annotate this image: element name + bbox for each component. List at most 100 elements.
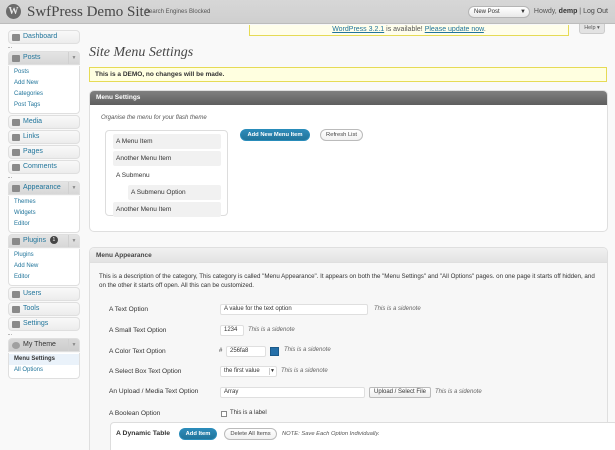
menu-posts-label: Posts — [23, 54, 41, 61]
add-item-button[interactable]: Add Item — [179, 428, 217, 440]
submenu-categories[interactable]: Categories — [9, 89, 79, 100]
menu-settings[interactable]: Settings — [8, 317, 80, 331]
submenu-menu-settings[interactable]: Menu Settings — [9, 354, 79, 365]
chevron-down-icon[interactable]: ▼ — [68, 339, 79, 351]
small-text-option-sidenote: This is a sidenote — [248, 327, 295, 333]
chevron-down-icon[interactable]: ▼ — [68, 182, 79, 194]
posts-submenu: Posts Add New Categories Post Tags — [8, 66, 80, 114]
dynamic-table-title: A Dynamic Table — [116, 430, 171, 437]
theme-icon — [12, 342, 20, 349]
upload-option-sidenote: This is a sidenote — [435, 389, 482, 395]
color-option-label: A Color Text Option — [109, 348, 166, 355]
menu-links[interactable]: Links — [8, 130, 80, 144]
delete-all-items-button[interactable]: Delete All Items — [224, 428, 277, 440]
submenu-theme-editor[interactable]: Editor — [9, 219, 79, 230]
menu-posts[interactable]: Posts ▼ — [8, 51, 80, 65]
menu-my-theme[interactable]: My Theme ▼ — [8, 338, 80, 352]
submenu-plugins[interactable]: Plugins — [9, 250, 79, 261]
page-title: Site Menu Settings — [89, 45, 194, 60]
upload-option-input[interactable]: Array — [220, 387, 365, 398]
menu-item[interactable]: A Menu Item — [113, 134, 221, 149]
favorite-actions-label: New Post — [474, 9, 500, 15]
submenu-themes[interactable]: Themes — [9, 197, 79, 208]
submenu-add-new-plugin[interactable]: Add New — [9, 261, 79, 272]
color-hash: # — [219, 348, 223, 354]
menu-pages[interactable]: Pages — [8, 145, 80, 159]
comments-icon — [12, 164, 20, 171]
posts-icon — [12, 55, 20, 62]
select-option-value: the first value — [224, 368, 260, 374]
plugins-update-badge: 1 — [49, 236, 58, 245]
submenu-item[interactable]: A Submenu Option — [128, 185, 221, 200]
dynamic-table: A Dynamic Table Add Item Delete All Item… — [110, 422, 615, 450]
menu-users[interactable]: Users — [8, 287, 80, 301]
demo-notice: This is a DEMO, no changes will be made. — [89, 67, 607, 82]
menu-settings-box: Menu Settings Organise the menu for your… — [89, 90, 608, 232]
howdy-text: Howdy, — [533, 8, 557, 15]
menu-plugins[interactable]: Plugins 1 ▼ — [8, 234, 80, 248]
text-option-sidenote: This is a sidenote — [374, 306, 421, 312]
submenu-all-options[interactable]: All Options — [9, 365, 79, 376]
media-icon — [12, 119, 20, 126]
text-option-label: A Text Option — [109, 306, 149, 313]
menu-tools[interactable]: Tools — [8, 302, 80, 316]
username-link[interactable]: demp — [559, 8, 578, 15]
refresh-list-button[interactable]: Refresh List — [320, 129, 363, 141]
menu-comments[interactable]: Comments — [8, 160, 80, 174]
color-swatch[interactable] — [270, 347, 279, 356]
plugins-icon — [12, 238, 20, 245]
dynamic-table-note: NOTE: Save Each Option Individually. — [282, 431, 380, 437]
submenu-widgets[interactable]: Widgets — [9, 208, 79, 219]
help-button[interactable]: Help ▾ — [579, 24, 605, 34]
favorite-actions-dropdown[interactable]: New Post ▼ — [468, 6, 530, 18]
menu-instruction: Organise the menu for your flash theme — [101, 115, 207, 121]
boolean-option-checkbox[interactable] — [221, 411, 227, 417]
tools-icon — [12, 306, 20, 313]
submenu-post-tags[interactable]: Post Tags — [9, 100, 79, 111]
update-nag-dot: . — [483, 26, 486, 33]
chevron-down-icon[interactable]: ▼ — [68, 235, 79, 247]
links-icon — [12, 134, 20, 141]
menu-media[interactable]: Media — [8, 115, 80, 129]
text-option-input[interactable]: A value for the text option — [220, 304, 368, 315]
submenu-posts[interactable]: Posts — [9, 67, 79, 78]
users-icon — [12, 291, 20, 298]
color-option-input[interactable]: 256fa8 — [226, 346, 266, 357]
submenu-add-new-post[interactable]: Add New — [9, 78, 79, 89]
user-info: Howdy, demp | Log Out — [534, 8, 608, 15]
menu-appearance-header[interactable]: Menu Appearance — [90, 248, 607, 263]
menu-item[interactable]: Another Menu Item — [113, 202, 221, 217]
search-engines-blocked-notice[interactable]: Search Engines Blocked — [145, 9, 210, 15]
wordpress-version-link[interactable]: WordPress 3.2.1 — [332, 26, 384, 33]
menu-links-label: Links — [23, 133, 40, 140]
menu-dashboard-label: Dashboard — [23, 33, 58, 40]
chevron-down-icon[interactable]: ▼ — [68, 52, 79, 64]
add-menu-item-button[interactable]: Add New Menu Item — [240, 129, 310, 141]
appearance-submenu: Themes Widgets Editor — [8, 196, 80, 233]
small-text-option-input[interactable]: 1234 — [220, 325, 244, 336]
dashboard-icon — [12, 34, 20, 41]
wordpress-logo-icon: W — [6, 4, 21, 19]
plugins-submenu: Plugins Add New Editor — [8, 249, 80, 286]
site-title[interactable]: SwfPress Demo Site — [27, 4, 150, 21]
menu-appearance[interactable]: Appearance ▼ — [8, 181, 80, 195]
menu-item[interactable]: Another Menu Item — [113, 151, 221, 166]
update-nag: WordPress 3.2.1 is available! Please upd… — [249, 25, 569, 36]
menu-dashboard[interactable]: Dashboard — [8, 30, 80, 44]
menu-settings-header[interactable]: Menu Settings — [90, 91, 607, 105]
menu-appearance-label: Appearance — [23, 184, 61, 191]
logout-link[interactable]: Log Out — [583, 8, 608, 15]
menu-comments-label: Comments — [23, 163, 57, 170]
menu-item[interactable]: A Submenu — [113, 168, 221, 183]
upload-select-file-button[interactable]: Upload / Select File — [369, 387, 431, 398]
my-theme-submenu: Menu Settings All Options — [8, 353, 80, 379]
select-option-dropdown[interactable]: the first value ▼ — [220, 366, 277, 377]
menu-pages-label: Pages — [23, 148, 43, 155]
chevron-down-icon: ▼ — [520, 9, 526, 15]
update-now-link[interactable]: Please update now — [425, 26, 484, 33]
category-description: This is a description of the category, T… — [99, 273, 595, 289]
appearance-icon — [12, 185, 20, 192]
pages-icon — [12, 149, 20, 156]
submenu-plugin-editor[interactable]: Editor — [9, 272, 79, 283]
boolean-option-label: A Boolean Option — [109, 410, 161, 417]
